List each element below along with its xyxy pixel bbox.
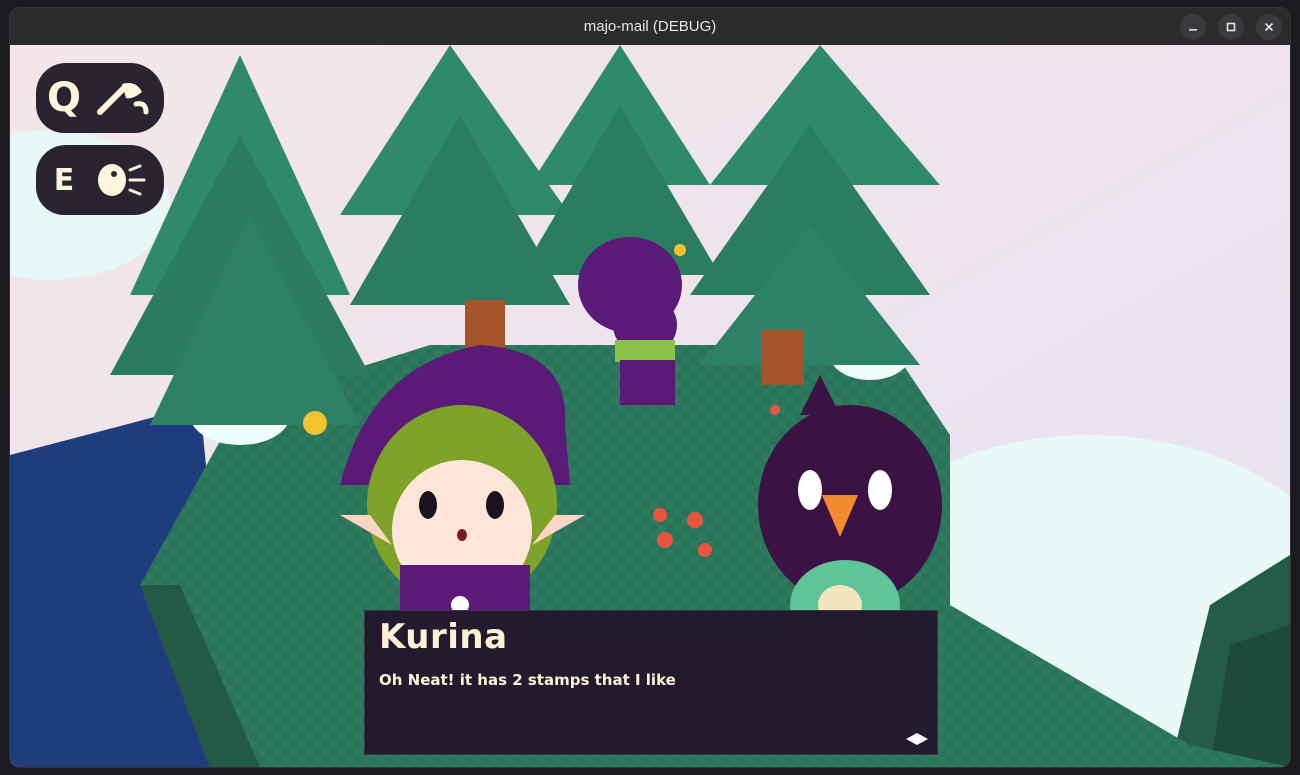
advance-diamond-icon[interactable] <box>905 732 929 746</box>
hud-key-q: Q <box>46 75 81 121</box>
close-icon <box>1264 22 1274 32</box>
window-title: majo-mail (DEBUG) <box>583 18 717 35</box>
hud-action-q: Q <box>36 63 164 133</box>
broom-icon <box>97 83 149 115</box>
hud-key-e: E <box>53 162 75 198</box>
dialog-speaker-name: Kurina <box>379 617 508 657</box>
dialog-box[interactable]: Kurina Oh Neat! it has 2 stamps that I l… <box>364 610 938 755</box>
title-bar[interactable]: majo-mail (DEBUG) <box>10 8 1290 45</box>
close-button[interactable] <box>1256 14 1282 40</box>
hud-action-e: E <box>36 145 164 215</box>
minimize-button[interactable] <box>1180 14 1206 40</box>
game-viewport[interactable]: Q E Kurina Oh Neat! it has 2 stamps that… <box>10 45 1290 767</box>
game-window: majo-mail (DEBUG) Q E Kurina Oh Neat! it… <box>10 8 1290 767</box>
talk-icon <box>98 164 146 196</box>
window-controls <box>1180 14 1282 40</box>
minimize-icon <box>1189 29 1197 31</box>
maximize-button[interactable] <box>1218 14 1244 40</box>
maximize-icon <box>1226 22 1236 32</box>
dialog-text: Oh Neat! it has 2 stamps that I like <box>379 671 676 689</box>
